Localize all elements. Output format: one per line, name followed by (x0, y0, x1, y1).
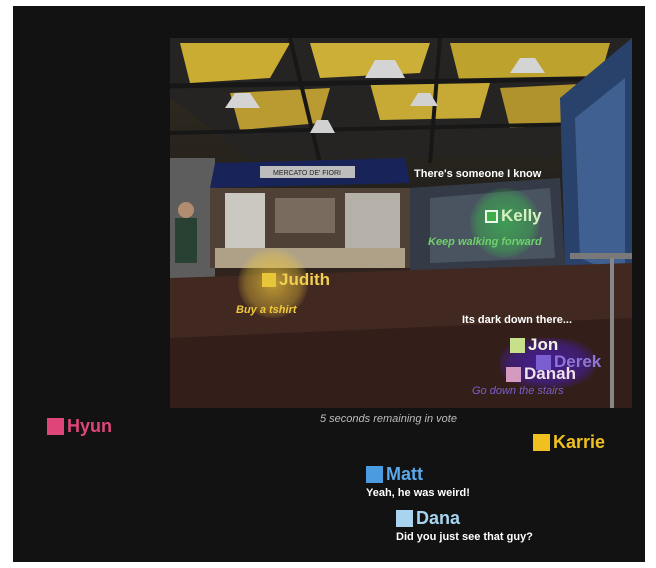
vote-timer: 5 seconds remaining in vote (320, 413, 457, 425)
judith-vote-message: Buy a tshirt (236, 304, 297, 316)
player-kelly[interactable]: Kelly (485, 206, 542, 226)
player-color-square (485, 209, 498, 223)
player-hyun[interactable]: Hyun (47, 416, 112, 437)
group-vote-message: Go down the stairs (472, 385, 564, 397)
matt-chat-message: Yeah, he was weird! (366, 487, 470, 499)
player-name: Kelly (501, 206, 542, 225)
game-stage: MERCATO DE' FIORI There's someone I know… (13, 6, 645, 562)
player-dana[interactable]: Dana (396, 508, 460, 529)
player-color-square (262, 273, 276, 287)
player-color-square (533, 434, 550, 451)
player-name: Matt (386, 464, 423, 484)
player-matt[interactable]: Matt (366, 464, 423, 485)
player-name: Dana (416, 508, 461, 528)
scene-view[interactable]: MERCATO DE' FIORI There's someone I know… (170, 38, 632, 408)
kelly-vote-message: Keep walking forward (428, 236, 542, 248)
player-judith[interactable]: Judith (262, 270, 330, 290)
player-color-square (506, 366, 521, 382)
player-danah[interactable]: Danah (506, 364, 576, 384)
player-color-square (47, 418, 64, 435)
player-name: Judith (279, 270, 330, 289)
player-name: Hyun (67, 416, 112, 436)
jon-status-message: Its dark down there... (462, 314, 573, 326)
player-color-square (510, 337, 525, 353)
kelly-status-message: There's someone I know (414, 168, 542, 180)
player-color-square (396, 510, 413, 527)
dana-chat-message: Did you just see that guy? (396, 531, 533, 543)
player-name: Danah (524, 364, 576, 383)
player-karrie[interactable]: Karrie (533, 432, 605, 453)
player-color-square (366, 466, 383, 483)
player-name: Karrie (553, 432, 606, 452)
